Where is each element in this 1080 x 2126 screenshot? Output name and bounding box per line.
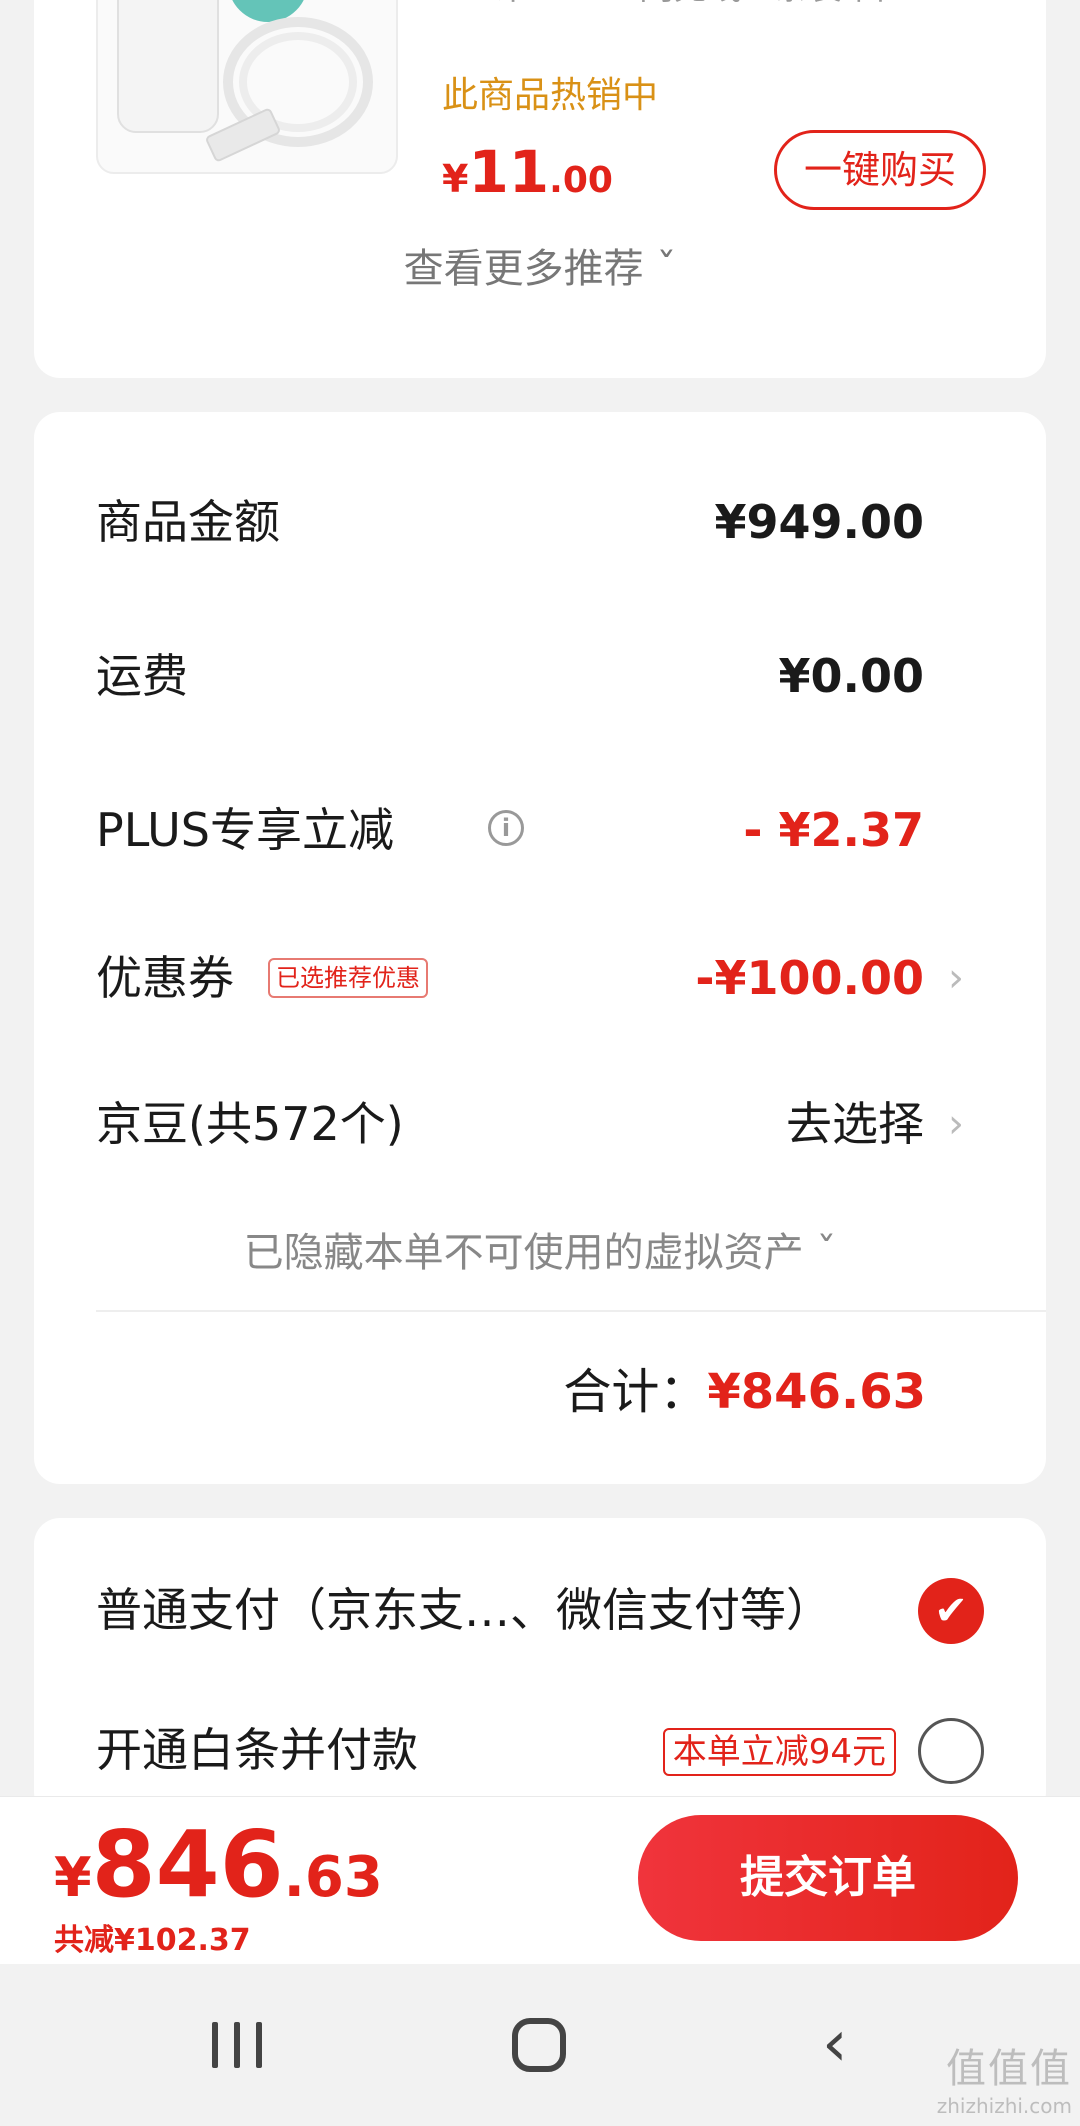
items-amount-value: ¥949.00: [714, 495, 924, 549]
total-saved: 共减¥102.37: [54, 1923, 251, 1958]
chevron-right-icon: ›: [948, 955, 964, 1001]
plus-discount-label: PLUS专享立减: [96, 803, 394, 857]
price-decimal: .00: [549, 160, 613, 201]
price-symbol: ¥: [442, 157, 469, 201]
coupon-recommended-tag: 已选推荐优惠: [268, 958, 428, 998]
jingdou-row[interactable]: 京豆(共572个) 去选择 ›: [96, 1084, 984, 1164]
items-amount-label: 商品金额: [96, 495, 280, 549]
normal-payment-option[interactable]: 普通支付（京东支…、微信支付等） ✔: [96, 1570, 984, 1650]
price-summary-card: 商品金额 ¥949.00 运费 ¥0.00 PLUS专享立减 i - ¥2.37…: [34, 412, 1046, 1484]
hidden-virtual-assets-toggle[interactable]: 已隐藏本单不可使用的虚拟资产 ˇ: [34, 1220, 1046, 1278]
items-amount-row: 商品金额 ¥949.00: [96, 482, 984, 562]
system-nav-bar: ‹ 值值值 zhizhizhi.com: [0, 1964, 1080, 2126]
shipping-row: 运费 ¥0.00: [96, 636, 984, 716]
chevron-right-icon: ›: [948, 1101, 964, 1147]
total-line: 合计：¥846.63: [563, 1352, 926, 1432]
plus-discount-value: - ¥2.37: [743, 803, 924, 857]
check-icon[interactable]: ✔: [918, 1578, 984, 1644]
recommendation-card: 1.5米 · 60W闪充线 1条装 白 此商品热销中 ¥11.00 一键购买 查…: [34, 0, 1046, 378]
coupon-label: 优惠券: [96, 951, 234, 1005]
product-price: ¥11.00: [442, 138, 613, 206]
nav-home-icon[interactable]: [512, 2018, 566, 2072]
payable-amount: ¥846.63: [54, 1811, 383, 1918]
submit-order-button[interactable]: 提交订单: [638, 1815, 1018, 1941]
watermark-url: zhizhizhi.com: [936, 2094, 1072, 2118]
shipping-label: 运费: [96, 649, 188, 703]
payable-symbol: ¥: [54, 1846, 92, 1909]
product-title: 1.5米 · 60W闪充线 1条装 白: [442, 0, 962, 12]
watermark-logo: 值值值: [946, 2046, 1072, 2092]
plus-discount-row: PLUS专享立减 i - ¥2.37: [96, 790, 984, 870]
total-label: 合计：: [563, 1364, 708, 1420]
product-image[interactable]: [96, 0, 398, 174]
jingdou-select[interactable]: 去选择: [786, 1084, 924, 1164]
nav-back-icon[interactable]: ‹: [822, 2012, 848, 2076]
one-click-buy-button[interactable]: 一键购买: [774, 130, 986, 210]
normal-payment-label: 普通支付（京东支…、微信支付等）: [96, 1583, 832, 1637]
total-value: ¥846.63: [707, 1364, 926, 1420]
jingdou-label: 京豆(共572个): [96, 1097, 404, 1151]
nav-recent-icon[interactable]: [212, 2022, 264, 2068]
hot-selling-label: 此商品热销中: [442, 75, 659, 116]
see-more-recommendations[interactable]: 查看更多推荐 ˇ: [34, 236, 1046, 294]
watermark: 值值值 zhizhizhi.com: [937, 2036, 1072, 2118]
shipping-value: ¥0.00: [778, 649, 924, 703]
coupon-row[interactable]: 优惠券 已选推荐优惠 -¥100.00 ›: [96, 938, 984, 1018]
payable-integer: 846: [91, 1811, 284, 1918]
info-icon[interactable]: i: [488, 810, 524, 846]
price-integer: 11: [468, 138, 550, 206]
baitiao-payment-label: 开通白条并付款: [96, 1723, 418, 1777]
payment-method-card: 普通支付（京东支…、微信支付等） ✔ 开通白条并付款 本单立减94元: [34, 1518, 1046, 1818]
payable-decimal: .63: [283, 1845, 383, 1910]
radio-unchecked-icon[interactable]: [918, 1718, 984, 1784]
divider: [96, 1310, 1046, 1312]
baitiao-payment-option[interactable]: 开通白条并付款 本单立减94元: [96, 1710, 984, 1790]
bottom-submit-bar: ¥846.63 共减¥102.37 提交订单: [0, 1796, 1080, 1964]
baitiao-discount-tag: 本单立减94元: [662, 1728, 896, 1776]
coupon-value: -¥100.00: [695, 951, 924, 1005]
